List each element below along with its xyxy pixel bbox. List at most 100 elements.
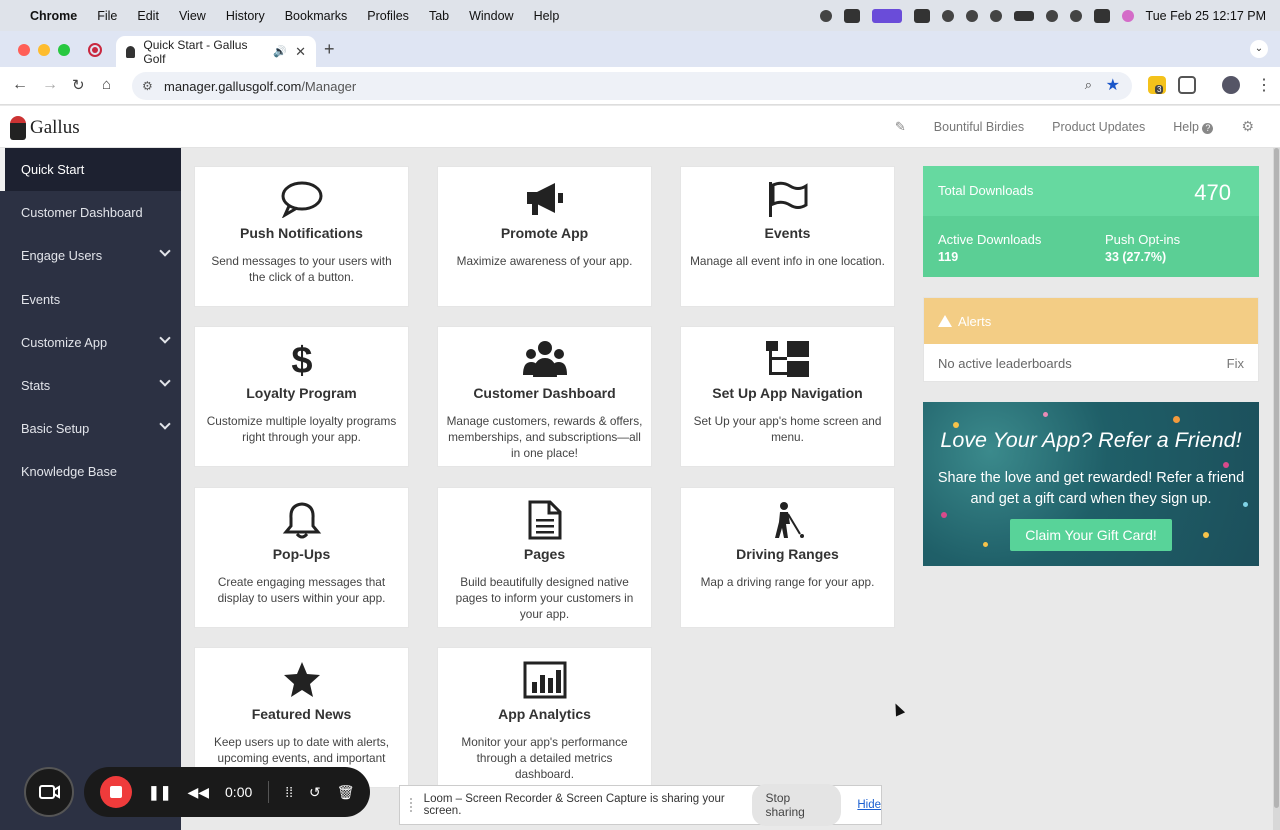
trash-icon[interactable]: 🗑 [337,784,355,801]
sidebar-item-quick-start[interactable]: Quick Start [0,148,181,192]
sharing-message: Loom – Screen Recorder & Screen Capture … [423,793,725,817]
card-title: App Analytics [498,706,591,722]
sidebar-item-stats[interactable]: Stats [0,364,181,407]
app-header: Gallus ✎ Bountiful Birdies Product Updat… [0,106,1280,148]
card-promote-app[interactable]: Promote App Maximize awareness of your a… [437,166,652,307]
menu-edit[interactable]: Edit [127,9,169,23]
menu-tab[interactable]: Tab [419,9,459,23]
reload-icon[interactable]: ↻ [72,76,85,94]
chevron-down-icon [159,375,171,387]
close-tab-icon[interactable]: ✕ [295,44,306,60]
sidebar-item-knowledge-base[interactable]: Knowledge Base [0,450,181,493]
header-link-help[interactable]: Help ? [1173,120,1214,134]
address-bar[interactable]: ⚙ manager.gallusgolf.com/Manager ⌕ ★ [132,72,1132,100]
card-events[interactable]: Events Manage all event info in one loca… [680,166,895,307]
maximize-window-button[interactable] [58,44,70,56]
menu-help[interactable]: Help [524,9,570,23]
sidebar-item-events[interactable]: Events [0,278,181,321]
restart-icon[interactable]: ↺ [309,784,321,801]
card-driving-ranges[interactable]: Driving Ranges Map a driving range for y… [680,487,895,628]
spotlight-icon[interactable] [1069,9,1082,22]
menu-clock[interactable]: Tue Feb 25 12:17 PM [1146,9,1266,23]
card-pages[interactable]: Pages Build beautifully designed native … [437,487,652,628]
puzzle-extensions-icon[interactable] [1178,76,1196,94]
speaker-icon[interactable]: 🔊 [273,45,287,58]
screen-share-icon[interactable] [871,8,902,23]
megaphone-icon [438,179,651,219]
alert-fix-link[interactable]: Fix [1227,356,1244,371]
new-tab-icon[interactable]: + [324,39,335,60]
settings-gear-icon[interactable]: ⚙ [1241,118,1254,135]
sidebar-item-basic-setup[interactable]: Basic Setup [0,407,181,450]
claim-gift-card-button[interactable]: Claim Your Gift Card! [1010,519,1172,551]
menu-profiles[interactable]: Profiles [357,9,419,23]
drag-handle-icon[interactable] [410,798,416,812]
menu-bookmarks[interactable]: Bookmarks [275,9,358,23]
rewind-icon[interactable]: ◀◀ [187,784,209,801]
menu-history[interactable]: History [216,9,275,23]
status-app-icon[interactable] [843,8,860,23]
menu-file[interactable]: File [87,9,127,23]
close-window-button[interactable] [18,44,30,56]
card-title: Set Up App Navigation [712,385,863,401]
sidebar-item-customer-dashboard[interactable]: Customer Dashboard [0,191,181,234]
confetti-dot [1173,416,1180,423]
volume-icon[interactable] [965,9,978,22]
hide-link[interactable]: Hide [857,799,881,811]
card-push-notifications[interactable]: Push Notifications Send messages to your… [194,166,409,307]
recording-indicator-icon[interactable] [88,43,102,57]
menu-window[interactable]: Window [459,9,523,23]
total-downloads-value: 470 [1194,180,1231,205]
alert-message: No active leaderboards [938,355,1072,371]
gallus-logo[interactable]: Gallus [10,116,80,140]
scrollbar-thumb[interactable] [1274,148,1279,808]
menu-view[interactable]: View [169,9,216,23]
promo-text: Share the love and get rewarded! Refer a… [937,470,1245,507]
active-tab[interactable]: Quick Start - Gallus Golf 🔊 ✕ [116,36,316,67]
microphone-icon[interactable] [819,9,832,22]
card-loyalty-program[interactable]: $ Loyalty Program Customize multiple loy… [194,326,409,467]
bookmark-star-icon[interactable]: ★ [1106,75,1120,95]
confetti-dot [983,542,988,547]
profile-avatar[interactable] [1222,76,1240,94]
card-title: Promote App [500,225,589,241]
card-title: Pages [523,546,566,562]
page-scrollbar[interactable] [1273,148,1280,830]
draw-grid-icon[interactable]: ⁞⁞ [285,784,293,800]
forward-icon[interactable]: → [42,76,58,94]
url-domain: manager.gallusgolf.com [164,78,302,94]
minimize-window-button[interactable] [38,44,50,56]
stop-sharing-button[interactable]: Stop sharing [751,784,842,826]
card-customer-dashboard[interactable]: Customer Dashboard Manage customers, rew… [437,326,652,467]
control-center-icon[interactable] [1093,8,1110,23]
wifi-icon[interactable] [1045,9,1058,22]
pause-icon[interactable]: ❚❚ [148,784,171,801]
header-link-bountiful-birdies[interactable]: Bountiful Birdies [934,120,1024,134]
bluetooth-icon[interactable] [989,9,1002,22]
header-link-product-updates[interactable]: Product Updates [1052,120,1145,134]
back-icon[interactable]: ← [12,76,28,94]
browser-menu-icon[interactable]: ⋮ [1256,75,1272,95]
siri-icon[interactable] [1121,9,1134,22]
zoom-icon[interactable]: ⌕ [1085,77,1092,93]
pencil-icon[interactable]: ✎ [895,119,906,135]
loom-camera-button[interactable] [24,767,74,817]
alerts-header: Alerts [924,298,1258,344]
window-controls [18,44,70,56]
screen-sharing-notice: Loom – Screen Recorder & Screen Capture … [399,784,882,826]
site-info-icon[interactable]: ⚙ [142,79,153,93]
card-app-analytics[interactable]: App Analytics Monitor your app's perform… [437,647,652,788]
card-title: Push Notifications [240,225,363,241]
dropbox-icon[interactable] [913,8,930,23]
home-icon[interactable]: ⌂ [102,76,111,93]
card-pop-ups[interactable]: Pop-Ups Create engaging messages that di… [194,487,409,628]
card-set-up-app-navigation[interactable]: Set Up App Navigation Set Up your app's … [680,326,895,467]
tab-search-chevron-icon[interactable]: ⌄ [1250,40,1268,58]
battery-icon[interactable] [1013,10,1034,21]
loom-stop-button[interactable] [100,776,132,808]
promo-heading: Love Your App? Refer a Friend! [940,428,1242,452]
menu-chrome[interactable]: Chrome [20,9,87,23]
sidebar-item-engage-users[interactable]: Engage Users [0,234,181,277]
play-icon[interactable] [941,9,954,22]
sidebar-item-customize-app[interactable]: Customize App [0,321,181,364]
